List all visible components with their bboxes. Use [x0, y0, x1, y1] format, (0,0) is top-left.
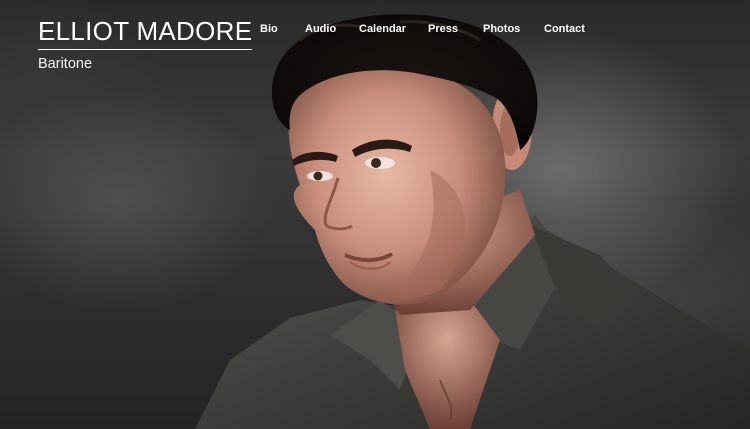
main-nav: Bio Audio Calendar Press Photos Contact	[0, 20, 750, 38]
hero-portrait-image	[195, 14, 750, 429]
nav-link-press[interactable]: Press	[428, 20, 458, 38]
nav-link-bio[interactable]: Bio	[260, 20, 278, 38]
page: ELLIOT MADORE Baritone Bio Audio Calenda…	[0, 0, 750, 429]
nav-link-photos[interactable]: Photos	[483, 20, 520, 38]
nav-link-audio[interactable]: Audio	[305, 20, 336, 38]
site-subtitle: Baritone	[38, 56, 93, 72]
nav-link-calendar[interactable]: Calendar	[359, 20, 406, 38]
nav-link-contact[interactable]: Contact	[544, 20, 585, 38]
